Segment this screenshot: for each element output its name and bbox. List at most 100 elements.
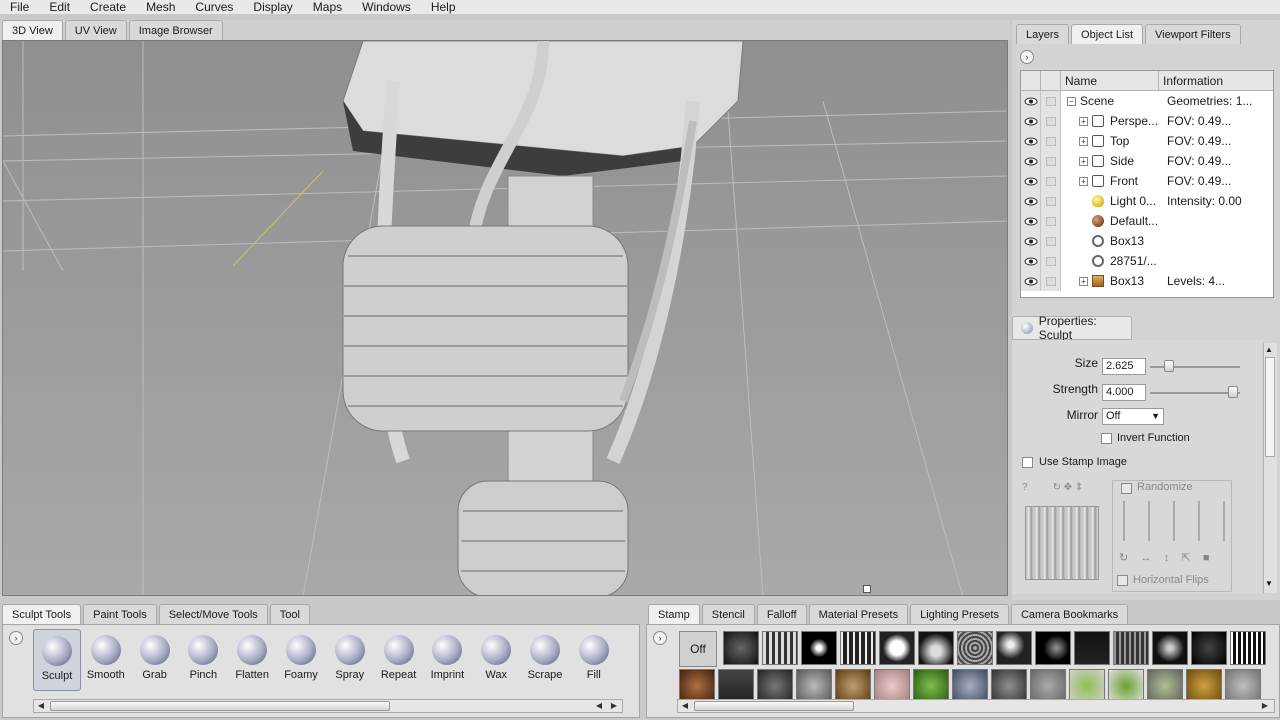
object-list-row[interactable]: Light 0... Intensity: 0.00 — [1021, 191, 1273, 211]
strength-input[interactable]: 4.000 — [1102, 384, 1146, 401]
object-list-row[interactable]: + Perspe... FOV: 0.49... — [1021, 111, 1273, 131]
visibility-eye-icon[interactable] — [1021, 211, 1041, 231]
stamp-thumbnail[interactable] — [1147, 669, 1183, 703]
stamp-thumbnail[interactable] — [1113, 631, 1149, 665]
lock-icon[interactable] — [1041, 111, 1061, 131]
tool-pinch[interactable]: Pinch — [179, 629, 227, 691]
stamp-thumbnail[interactable] — [723, 631, 759, 665]
tab-select-move-tools[interactable]: Select/Move Tools — [158, 604, 268, 624]
scroll-left-icon[interactable]: ◀ — [34, 700, 48, 714]
tool-imprint[interactable]: Imprint — [423, 629, 471, 691]
tab-image-browser[interactable]: Image Browser — [128, 20, 223, 40]
object-name-cell[interactable]: Box13 — [1061, 234, 1163, 248]
stamp-thumbnail[interactable] — [835, 669, 871, 703]
properties-scroll-thumb[interactable] — [1265, 357, 1275, 457]
visibility-eye-icon[interactable] — [1021, 91, 1041, 111]
stamp-thumbnail[interactable] — [1074, 631, 1110, 665]
tool-flatten[interactable]: Flatten — [228, 629, 276, 691]
lock-icon[interactable] — [1041, 171, 1061, 191]
tab-tool[interactable]: Tool — [269, 604, 310, 624]
tools-scrollbar[interactable]: ◀ ◀ ▶ — [33, 699, 623, 713]
tray-menu-arrow-icon[interactable]: › — [9, 631, 23, 645]
tool-grab[interactable]: Grab — [131, 629, 179, 691]
stamp-thumbnail[interactable] — [796, 669, 832, 703]
move-horizontal-icon[interactable]: ✥ — [1064, 482, 1072, 493]
tab-stamp[interactable]: Stamp — [648, 604, 700, 624]
expand-icon[interactable]: + — [1079, 136, 1088, 146]
tab-object-list[interactable]: Object List — [1071, 24, 1143, 44]
stamp-thumbnail[interactable] — [1108, 669, 1144, 703]
menu-curves[interactable]: Curves — [185, 1, 243, 13]
object-name-cell[interactable]: 28751/... — [1061, 254, 1163, 268]
stamp-menu-arrow-icon[interactable]: › — [653, 631, 667, 645]
lock-icon[interactable] — [1041, 91, 1061, 111]
scale-vertical-icon[interactable]: ↕ — [1164, 552, 1170, 564]
stamp-scroll-left-icon[interactable]: ◀ — [678, 700, 692, 714]
stamp-thumbnail[interactable] — [840, 631, 876, 665]
visibility-eye-icon[interactable] — [1021, 111, 1041, 131]
menu-create[interactable]: Create — [80, 1, 136, 13]
stamp-thumbnail[interactable] — [874, 669, 910, 703]
tool-smooth[interactable]: Smooth — [82, 629, 130, 691]
stamp-thumbnail[interactable] — [952, 669, 988, 703]
stamp-thumbnail[interactable] — [679, 669, 715, 703]
stamp-thumbnail[interactable] — [918, 631, 954, 665]
object-name-cell[interactable]: + Box13 — [1061, 274, 1163, 288]
stamp-thumbnail[interactable] — [1069, 669, 1105, 703]
move-vertical-icon[interactable]: ⇕ — [1075, 482, 1083, 493]
random-slider-1[interactable] — [1123, 501, 1125, 541]
random-slider-2[interactable] — [1148, 501, 1150, 541]
offset-icon[interactable]: ⇱ — [1181, 552, 1190, 564]
object-list-row[interactable]: + Box13 Levels: 4... — [1021, 271, 1273, 291]
object-name-cell[interactable]: + Front — [1061, 174, 1163, 188]
lock-icon[interactable] — [1041, 231, 1061, 251]
object-list-row[interactable]: − Scene Geometries: 1... — [1021, 91, 1273, 111]
visibility-eye-icon[interactable] — [1021, 151, 1041, 171]
object-list-row[interactable]: 28751/... — [1021, 251, 1273, 271]
scroll-right-icon[interactable]: ▶ — [607, 700, 621, 714]
randomize-checkbox[interactable] — [1121, 483, 1132, 494]
tab-lighting-presets[interactable]: Lighting Presets — [910, 604, 1009, 624]
tab-camera-bookmarks[interactable]: Camera Bookmarks — [1010, 604, 1129, 624]
object-name-cell[interactable]: Default... — [1061, 214, 1163, 228]
expand-icon[interactable]: + — [1079, 176, 1088, 186]
stamp-thumbnail[interactable] — [1152, 631, 1188, 665]
tool-sculpt[interactable]: Sculpt — [33, 629, 81, 691]
help-icon[interactable]: ? — [1022, 482, 1028, 493]
visibility-eye-icon[interactable] — [1021, 231, 1041, 251]
strength-slider-track[interactable] — [1150, 392, 1240, 394]
tool-repeat[interactable]: Repeat — [375, 629, 423, 691]
object-list-row[interactable]: Default... — [1021, 211, 1273, 231]
visibility-eye-icon[interactable] — [1021, 271, 1041, 291]
object-name-cell[interactable]: Light 0... — [1061, 194, 1163, 208]
collapse-icon[interactable]: − — [1067, 96, 1076, 106]
stamp-thumbnail[interactable] — [913, 669, 949, 703]
object-list-row[interactable]: + Front FOV: 0.49... — [1021, 171, 1273, 191]
stamp-thumbnail[interactable] — [1030, 669, 1066, 703]
strength-slider-knob[interactable] — [1228, 386, 1238, 398]
lock-icon[interactable] — [1041, 131, 1061, 151]
random-slider-5[interactable] — [1223, 501, 1225, 541]
tab-layers[interactable]: Layers — [1016, 24, 1070, 44]
stamp-thumbnail[interactable] — [757, 669, 793, 703]
rotate-random-icon[interactable]: ↻ — [1119, 552, 1128, 564]
stamp-thumbnail[interactable] — [762, 631, 798, 665]
lock-icon[interactable] — [1041, 191, 1061, 211]
menu-maps[interactable]: Maps — [303, 1, 352, 13]
stamps-scroll-thumb[interactable] — [694, 701, 854, 711]
tab-material-presets[interactable]: Material Presets — [808, 604, 909, 624]
object-list-row[interactable]: + Side FOV: 0.49... — [1021, 151, 1273, 171]
tool-scrape[interactable]: Scrape — [521, 629, 569, 691]
object-list-row[interactable]: + Top FOV: 0.49... — [1021, 131, 1273, 151]
mirror-select[interactable]: Off ▼ — [1102, 408, 1164, 425]
expand-icon[interactable]: + — [1079, 116, 1088, 126]
expand-icon[interactable]: + — [1079, 276, 1088, 286]
object-name-cell[interactable]: + Side — [1061, 154, 1163, 168]
random-slider-4[interactable] — [1198, 501, 1200, 541]
stamp-off-button[interactable]: Off — [679, 631, 717, 667]
stamp-thumbnail[interactable] — [1186, 669, 1222, 703]
stamp-thumbnail[interactable] — [1035, 631, 1071, 665]
tool-foamy[interactable]: Foamy — [277, 629, 325, 691]
rotate-icon[interactable]: ↻ — [1053, 482, 1061, 493]
tool-wax[interactable]: Wax — [472, 629, 520, 691]
